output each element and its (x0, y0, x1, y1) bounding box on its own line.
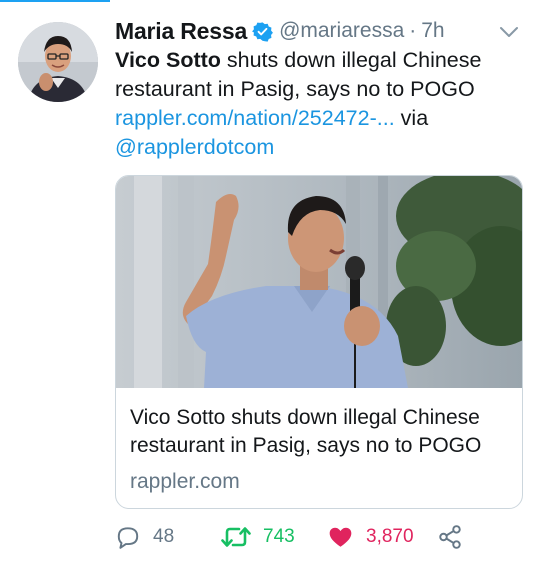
card-image (116, 176, 522, 388)
retweet-count: 743 (263, 526, 295, 547)
avatar-image (18, 22, 98, 102)
author-name[interactable]: Maria Ressa (115, 18, 247, 45)
tweet-header: Maria Ressa @mariaressa · 7h (115, 14, 445, 48)
reply-button[interactable]: 48 (115, 522, 174, 552)
share-button[interactable] (437, 522, 463, 552)
author-handle[interactable]: @mariaressa (279, 19, 404, 43)
share-icon (439, 525, 461, 549)
tweet-text-via: via (394, 106, 429, 130)
heart-icon (329, 527, 352, 547)
active-tab-indicator (0, 0, 110, 2)
chevron-down-icon[interactable] (498, 24, 520, 40)
reply-count: 48 (153, 526, 175, 547)
like-button[interactable]: 3,870 (327, 522, 414, 552)
reply-icon (117, 527, 139, 549)
like-count: 3,870 (366, 526, 414, 547)
separator-dot: · (409, 19, 417, 42)
tweet-text-bold: Vico Sotto (115, 48, 221, 72)
tweet-timestamp[interactable]: 7h (421, 19, 444, 43)
avatar[interactable] (18, 22, 98, 102)
verified-badge-icon (252, 21, 273, 42)
retweet-button[interactable]: 743 (221, 522, 295, 552)
retweet-icon (221, 527, 251, 547)
link-preview-card[interactable]: Vico Sotto shuts down illegal Chinese re… (115, 175, 523, 509)
mention-link[interactable]: @rapplerdotcom (115, 135, 274, 159)
tweet-actions: 48 743 3,870 (115, 522, 525, 552)
card-title: Vico Sotto shuts down illegal Chinese re… (130, 406, 482, 457)
tweet-text: Vico Sotto shuts down illegal Chinese re… (115, 46, 510, 162)
card-domain: rappler.com (130, 470, 240, 493)
tweet-link[interactable]: rappler.com/nation/252472-... (115, 106, 395, 130)
